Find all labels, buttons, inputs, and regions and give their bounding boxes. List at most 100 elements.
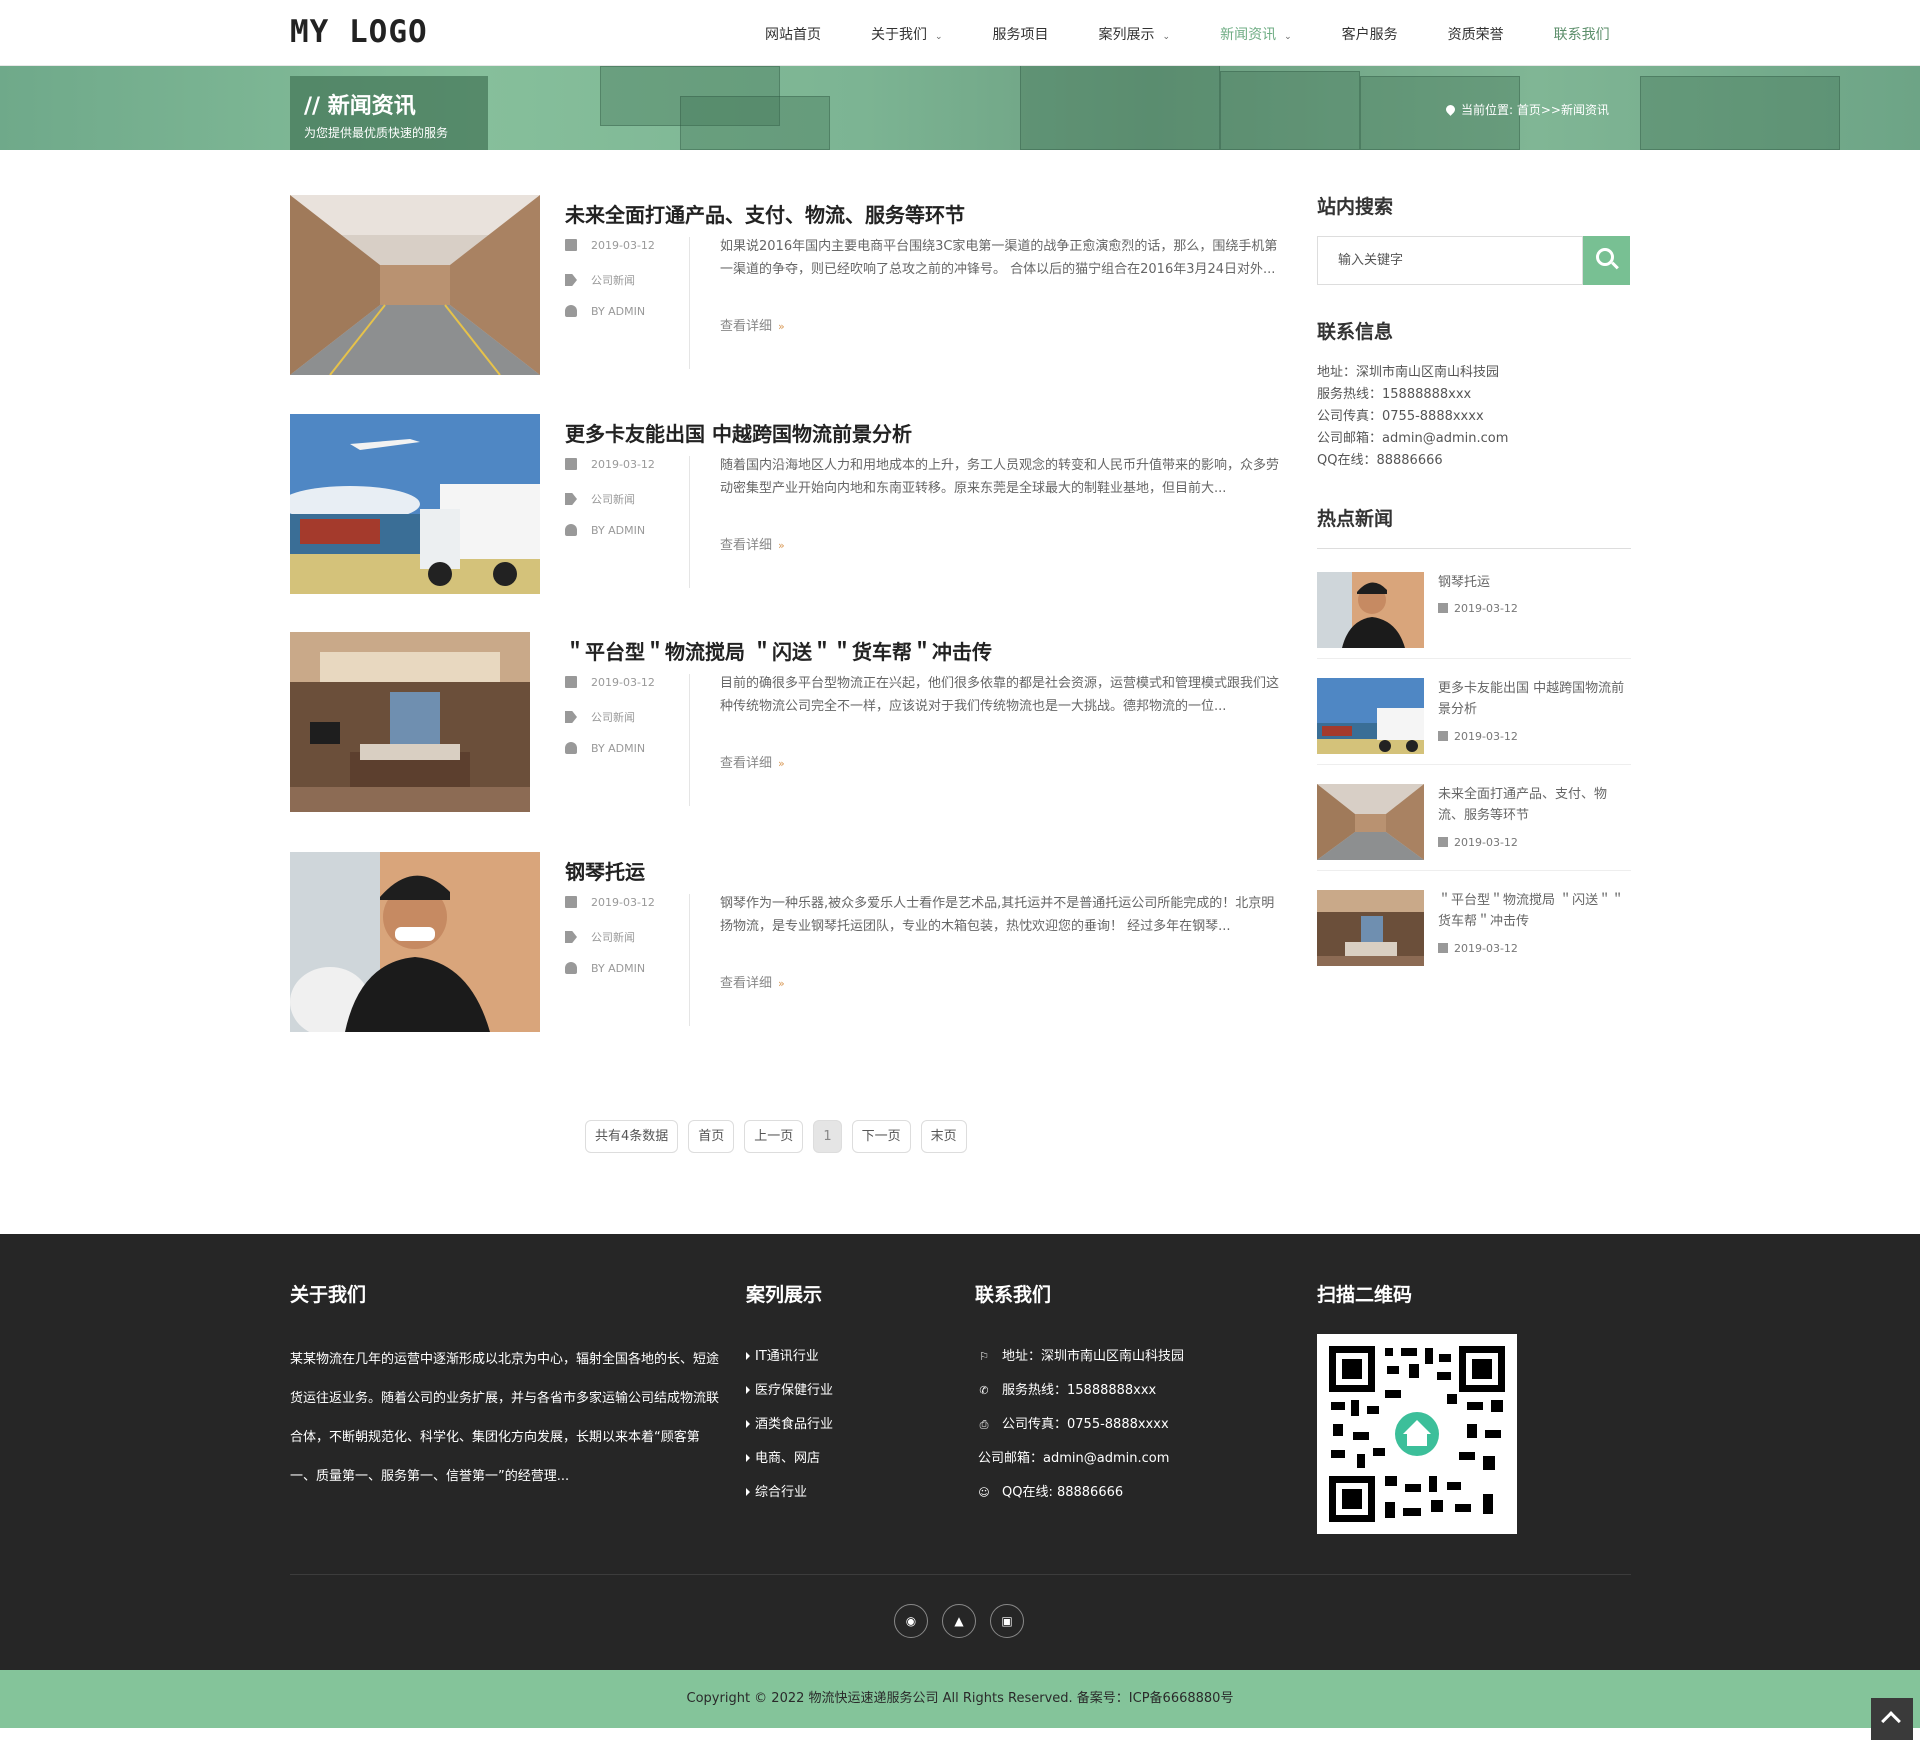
- footer-case-link[interactable]: 综合行业: [746, 1476, 833, 1510]
- hot-news-thumb: [1317, 678, 1424, 754]
- read-more-label: 查看详细: [720, 319, 773, 334]
- map-icon: ⚐: [979, 1350, 989, 1363]
- pagination-current[interactable]: 1: [813, 1120, 842, 1153]
- page-banner: // 新闻资讯 为您提供最优质快速的服务 当前位置: 首页>>新闻资讯: [0, 66, 1920, 150]
- caret-right-icon: [746, 1352, 750, 1360]
- footer-case-label: 酒类食品行业: [755, 1417, 834, 1432]
- shop-button[interactable]: ▣: [990, 1604, 1024, 1638]
- article-item: ＂平台型＂物流搅局 ＂闪送＂＂货车帮＂冲击传 2019-03-12 公司新闻 B…: [290, 632, 1280, 812]
- tag-icon: [565, 274, 577, 286]
- pagination-next[interactable]: 下一页: [851, 1120, 911, 1153]
- article-author: BY ADMIN: [565, 305, 685, 338]
- read-more-link[interactable]: 查看详细 »: [720, 315, 785, 334]
- footer-fax: ⎙ 公司传真：0755-8888xxxx: [978, 1408, 1184, 1442]
- qr-code-image: [1317, 1334, 1517, 1534]
- footer-case-label: 电商、网店: [755, 1451, 821, 1466]
- article-category-text: 公司新闻: [591, 493, 635, 506]
- article-image-delivery-man[interactable]: [290, 852, 540, 1032]
- nav-cases[interactable]: 案列展示 ⌄: [1074, 0, 1196, 66]
- user-icon: [565, 305, 577, 317]
- article-excerpt: 如果说2016年国内主要电商平台围绕3C家电第一渠道的战争正愈演愈烈的话，那么，…: [720, 239, 1278, 277]
- breadcrumb[interactable]: 当前位置: 首页>>新闻资讯: [1444, 101, 1609, 118]
- pagination-prev[interactable]: 上一页: [744, 1120, 804, 1153]
- weibo-button[interactable]: ◉: [894, 1604, 928, 1638]
- double-chevron-right-icon: »: [778, 539, 785, 552]
- article-date: 2019-03-12: [565, 458, 685, 491]
- calendar-icon: [1438, 837, 1448, 847]
- breadcrumb-text: 当前位置: 首页>>新闻资讯: [1461, 103, 1609, 117]
- article-excerpt: 钢琴作为一种乐器,被众多爱乐人士看作是艺术品,其托运并不是普通托运公司所能完成的…: [720, 896, 1275, 934]
- search-button[interactable]: [1583, 236, 1630, 285]
- pagination: 共有4条数据 首页 上一页 1 下一页 末页: [585, 1120, 967, 1153]
- article-image-warehouse[interactable]: [290, 195, 540, 375]
- main-nav: 网站首页 关于我们 ⌄ 服务项目 案列展示 ⌄ 新闻资讯 ⌄ 客户服务 资质荣誉 联系…: [740, 0, 1635, 66]
- footer-contact-list: ⚐ 地址：深圳市南山区南山科技园 ✆ 服务热线：15888888xxx ⎙ 公司传真：…: [978, 1340, 1184, 1510]
- article-date: 2019-03-12: [565, 676, 685, 709]
- pagination-first[interactable]: 首页: [688, 1120, 735, 1153]
- nav-services[interactable]: 服务项目: [968, 0, 1074, 66]
- search-input[interactable]: 输入关键字: [1317, 236, 1583, 285]
- hot-news-title-text: 未来全面打通产品、支付、物流、服务等环节: [1438, 787, 1608, 823]
- hot-news-item[interactable]: 钢琴托运 2019-03-12: [1317, 564, 1631, 659]
- hot-news-title-text: 钢琴托运: [1438, 575, 1491, 590]
- article-title[interactable]: 更多卡友能出国 中越跨国物流前景分析: [565, 418, 912, 447]
- article-meta: 2019-03-12 公司新闻 BY ADMIN: [565, 896, 685, 995]
- double-chevron-right-icon: »: [778, 977, 785, 990]
- read-more-link[interactable]: 查看详细 »: [720, 534, 785, 553]
- banner-box-decor: [1220, 71, 1360, 150]
- nav-honors[interactable]: 资质荣誉: [1423, 0, 1529, 66]
- nav-home-label: 网站首页: [765, 27, 821, 43]
- article-image-truck-plane[interactable]: [290, 414, 540, 594]
- article-meta: 2019-03-12 公司新闻 BY ADMIN: [565, 458, 685, 557]
- article-excerpt: 随着国内沿海地区人力和用地成本的上升，务工人员观念的转变和人民币升值带来的影响，…: [720, 458, 1280, 496]
- article-title[interactable]: 钢琴托运: [565, 856, 645, 885]
- read-more-label: 查看详细: [720, 538, 773, 553]
- nav-customer-service[interactable]: 客户服务: [1317, 0, 1423, 66]
- footer-case-link[interactable]: 医疗保健行业: [746, 1374, 833, 1408]
- article-meta: 2019-03-12 公司新闻 BY ADMIN: [565, 239, 685, 338]
- calendar-icon: [565, 896, 577, 908]
- site-logo[interactable]: MY LOGO: [290, 14, 428, 50]
- nav-news[interactable]: 新闻资讯 ⌄: [1195, 0, 1317, 66]
- hot-news-thumb: [1317, 572, 1424, 648]
- footer-cases-list: IT通讯行业 医疗保健行业 酒类食品行业 电商、网店 综合行业: [746, 1340, 833, 1510]
- footer-case-link[interactable]: 电商、网店: [746, 1442, 833, 1476]
- footer-case-link[interactable]: IT通讯行业: [746, 1340, 833, 1374]
- nav-about[interactable]: 关于我们 ⌄: [846, 0, 968, 66]
- hot-news-item[interactable]: 更多卡友能出国 中越跨国物流前景分析 2019-03-12: [1317, 670, 1631, 765]
- hot-news-item[interactable]: 未来全面打通产品、支付、物流、服务等环节 2019-03-12: [1317, 776, 1631, 871]
- user-icon: [565, 962, 577, 974]
- article-title[interactable]: 未来全面打通产品、支付、物流、服务等环节: [565, 199, 965, 228]
- footer-case-link[interactable]: 酒类食品行业: [746, 1408, 833, 1442]
- hot-news-item[interactable]: ＂平台型＂物流搅局 ＂闪送＂＂货车帮＂冲击传 2019-03-12: [1317, 882, 1631, 977]
- page-title: // 新闻资讯: [304, 94, 416, 119]
- article-date-text: 2019-03-12: [591, 676, 655, 689]
- hot-news-date: 2019-03-12: [1438, 730, 1518, 743]
- chevron-down-icon: ⌄: [1162, 32, 1171, 42]
- article-image-room[interactable]: [290, 632, 530, 812]
- site-header: MY LOGO 网站首页 关于我们 ⌄ 服务项目 案列展示 ⌄ 新闻资讯 ⌄ 客户服务…: [0, 0, 1920, 66]
- qq-button[interactable]: ▲: [942, 1604, 976, 1638]
- tag-icon: [565, 711, 577, 723]
- footer-email-text: 公司邮箱：admin@admin.com: [978, 1451, 1170, 1466]
- nav-contact[interactable]: 联系我们: [1529, 0, 1635, 66]
- pagination-last[interactable]: 末页: [920, 1120, 967, 1153]
- article-item: 更多卡友能出国 中越跨国物流前景分析 2019-03-12 公司新闻 BY AD…: [290, 414, 1280, 594]
- footer-about-title: 关于我们: [290, 1284, 367, 1306]
- read-more-label: 查看详细: [720, 756, 773, 771]
- divider: [689, 674, 690, 806]
- banner-title-box: // 新闻资讯 为您提供最优质快速的服务: [290, 76, 488, 150]
- footer-qq-text: QQ在线: 88886666: [1002, 1485, 1124, 1500]
- nav-home[interactable]: 网站首页: [740, 0, 846, 66]
- article-title[interactable]: ＂平台型＂物流搅局 ＂闪送＂＂货车帮＂冲击传: [565, 636, 992, 665]
- read-more-link[interactable]: 查看详细 »: [720, 752, 785, 771]
- footer-address-text: 地址：深圳市南山区南山科技园: [1002, 1349, 1185, 1364]
- footer-case-label: 综合行业: [755, 1485, 808, 1500]
- site-footer: 关于我们 某某物流在几年的运营中逐渐形成以北京为中心，辐射全国各地的长、短途货运…: [0, 1234, 1920, 1670]
- banner-box-decor: [680, 96, 830, 150]
- read-more-link[interactable]: 查看详细 »: [720, 972, 785, 991]
- tag-icon: [565, 493, 577, 505]
- nav-about-label: 关于我们: [871, 27, 927, 43]
- contact-qq: QQ在线：88886666: [1317, 453, 1443, 468]
- back-to-top-button[interactable]: [1871, 1698, 1913, 1740]
